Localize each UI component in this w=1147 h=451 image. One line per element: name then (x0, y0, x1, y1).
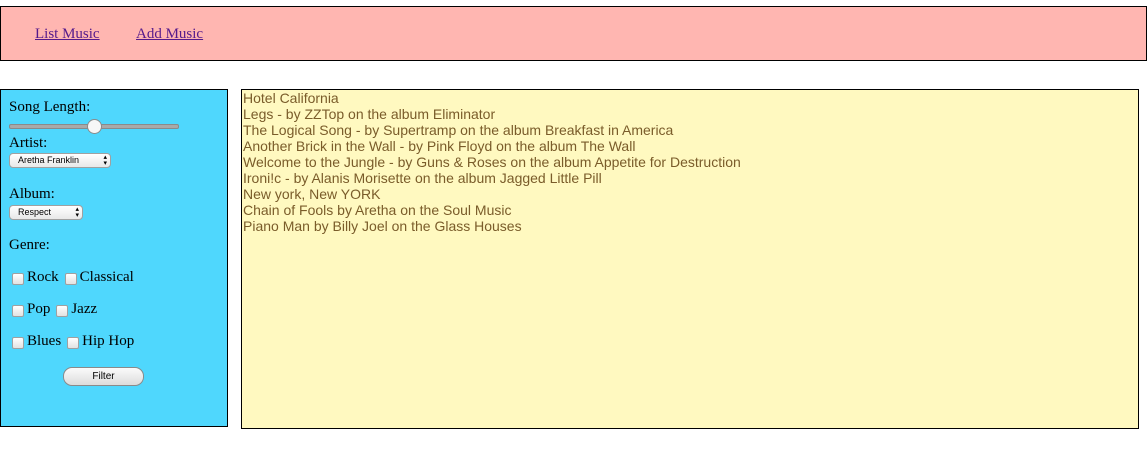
song-length-slider[interactable] (9, 119, 179, 134)
genre-checkbox-label: Pop (27, 301, 51, 317)
song-list-item: Hotel California (243, 90, 339, 106)
song-list: Hotel California Legs - by ZZTop on the … (242, 90, 1138, 234)
song-list-item: Ironi!c - by Alanis Morisette on the alb… (243, 170, 602, 186)
nav-link-add-music[interactable]: Add Music (136, 26, 203, 43)
song-list-item: Piano Man by Billy Joel on the Glass Hou… (243, 218, 522, 234)
genre-checkbox-label: Jazz (71, 301, 98, 317)
genre-checkbox-classical[interactable] (64, 272, 77, 285)
select-arrows-icon: ▴ ▾ (75, 206, 79, 219)
select-arrows-icon: ▴ ▾ (103, 154, 107, 167)
genre-checkbox-hip-hop[interactable] (67, 336, 80, 349)
genre-checkbox-blues[interactable] (12, 336, 24, 349)
genre-checkbox-label: Hip Hop (82, 333, 135, 349)
genre-row: Pop Jazz (12, 301, 103, 318)
album-select-value: Respect (18, 207, 52, 217)
genre-checkbox-label: Blues (27, 333, 62, 349)
top-nav: List Music Add Music (0, 6, 1147, 61)
artist-select-value: Aretha Franklin (18, 155, 80, 165)
genre-row: Blues Hip Hop (12, 333, 140, 350)
album-label: Album: (9, 186, 55, 202)
song-list-item: Welcome to the Jungle - by Guns & Roses … (243, 154, 741, 170)
artist-select[interactable]: Aretha Franklin ▴ ▾ (9, 153, 111, 168)
song-list-item: Legs - by ZZTop on the album Eliminator (243, 106, 496, 122)
song-length-label: Song Length: (9, 99, 91, 115)
nav-link-list-music[interactable]: List Music (35, 26, 100, 43)
genre-checkbox-pop[interactable] (12, 304, 24, 317)
song-list-panel: Hotel California Legs - by ZZTop on the … (241, 89, 1139, 429)
genre-row: Rock Classical (12, 269, 140, 286)
song-list-item: The Logical Song - by Supertramp on the … (243, 122, 674, 138)
song-list-item: Chain of Fools by Aretha on the Soul Mus… (243, 202, 512, 218)
slider-thumb[interactable] (87, 119, 102, 134)
genre-label: Genre: (9, 237, 50, 253)
song-list-item: Another Brick in the Wall - by Pink Floy… (243, 138, 636, 154)
genre-checkbox-rock[interactable] (12, 272, 24, 285)
album-select[interactable]: Respect ▴ ▾ (9, 205, 83, 220)
genre-checkbox-jazz[interactable] (56, 304, 69, 317)
filter-button[interactable]: Filter (63, 367, 144, 386)
genre-checkbox-label: Rock (27, 269, 59, 285)
genre-checkbox-label: Classical (79, 269, 134, 285)
song-list-item: New york, New YORK (243, 186, 381, 202)
artist-label: Artist: (9, 135, 48, 151)
filter-sidebar: Song Length: Artist: Aretha Franklin ▴ ▾ … (0, 89, 228, 427)
